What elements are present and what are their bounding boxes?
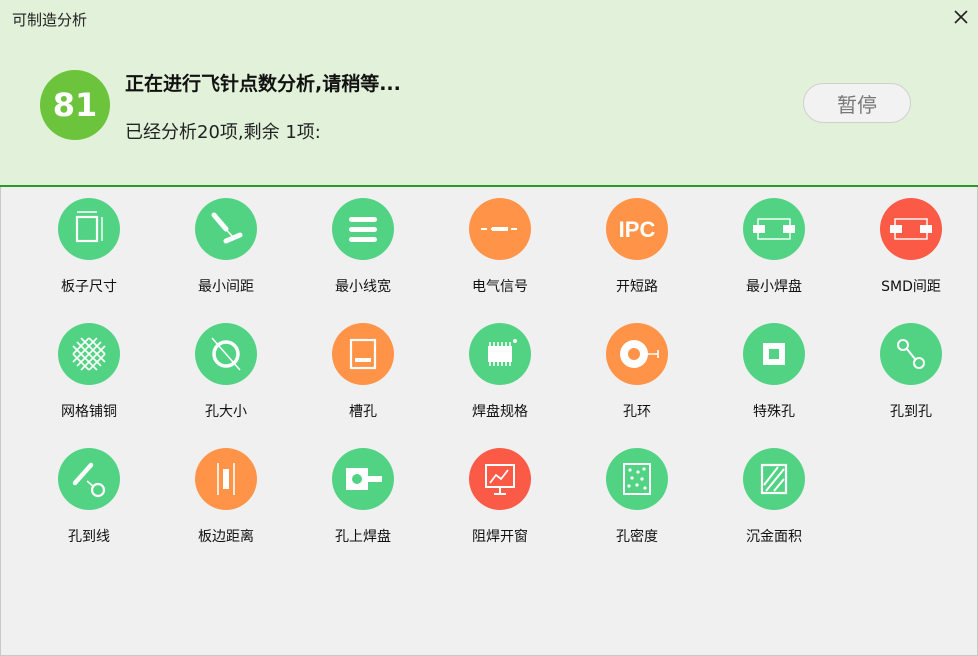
hole-to-hole-icon <box>880 323 942 385</box>
item-gold-area[interactable]: 沉金面积 <box>714 437 834 547</box>
ipc-icon: IPC <box>606 198 668 260</box>
pad-on-hole-icon <box>332 448 394 510</box>
item-board-edge[interactable]: 板边距离 <box>166 437 286 547</box>
board-size-icon <box>58 198 120 260</box>
item-label: 特殊孔 <box>753 404 795 420</box>
score-badge: 81 <box>40 70 110 140</box>
solder-mask-icon <box>469 448 531 510</box>
item-special-hole[interactable]: 特殊孔 <box>714 312 834 422</box>
min-pad-icon <box>743 198 805 260</box>
item-mesh-copper[interactable]: 网格铺铜 <box>29 312 149 422</box>
item-label: 最小焊盘 <box>746 279 802 295</box>
progress-header: 可制造分析 81 正在进行飞针点数分析,请稍等... 已经分析20项,剩余 1项… <box>0 0 978 187</box>
annular-ring-icon <box>606 323 668 385</box>
special-hole-icon <box>743 323 805 385</box>
item-hole-to-hole[interactable]: 孔到孔 <box>851 312 971 422</box>
item-label: 最小间距 <box>198 279 254 295</box>
slot-hole-icon <box>332 323 394 385</box>
item-hole-to-line[interactable]: 孔到线 <box>29 437 149 547</box>
electrical-signal-icon <box>469 198 531 260</box>
board-edge-icon <box>195 448 257 510</box>
item-hole-density[interactable]: 孔密度 <box>577 437 697 547</box>
min-linewidth-icon <box>332 198 394 260</box>
progress-status: 已经分析20项,剩余 1项: <box>125 122 321 143</box>
item-label: 阻焊开窗 <box>472 529 528 545</box>
hole-size-icon <box>195 323 257 385</box>
hole-density-icon <box>606 448 668 510</box>
item-label: 孔到孔 <box>890 404 932 420</box>
item-smd-spacing[interactable]: SMD间距 <box>851 187 971 297</box>
item-min-pad[interactable]: 最小焊盘 <box>714 187 834 297</box>
item-electrical-signal[interactable]: 电气信号 <box>440 187 560 297</box>
analysis-items-grid: 板子尺寸 最小间距 最小线宽 电气信号 IPC 开短路 最小焊盘 SMD间距 网… <box>0 187 978 656</box>
pause-button[interactable]: 暂停 <box>803 83 911 123</box>
svg-text:IPC: IPC <box>619 217 656 242</box>
item-label: 孔大小 <box>205 404 247 420</box>
item-label: 最小线宽 <box>335 279 391 295</box>
item-label: 电气信号 <box>472 279 528 295</box>
item-label: 孔环 <box>623 404 651 420</box>
item-label: 板边距离 <box>198 529 254 545</box>
min-spacing-icon <box>195 198 257 260</box>
close-button[interactable] <box>950 6 972 28</box>
item-label: 网格铺铜 <box>61 404 117 420</box>
smd-spacing-icon <box>880 198 942 260</box>
item-label: 槽孔 <box>349 404 377 420</box>
item-min-linewidth[interactable]: 最小线宽 <box>303 187 423 297</box>
close-icon <box>954 10 968 24</box>
item-board-size[interactable]: 板子尺寸 <box>29 187 149 297</box>
item-label: 孔到线 <box>68 529 110 545</box>
gold-area-icon <box>743 448 805 510</box>
mesh-copper-icon <box>58 323 120 385</box>
item-label: 板子尺寸 <box>61 279 117 295</box>
chip-pad-icon <box>469 323 531 385</box>
item-hole-size[interactable]: 孔大小 <box>166 312 286 422</box>
item-label: 焊盘规格 <box>472 404 528 420</box>
item-slot-hole[interactable]: 槽孔 <box>303 312 423 422</box>
hole-to-line-icon <box>58 448 120 510</box>
item-label: SMD间距 <box>881 279 941 295</box>
item-open-short[interactable]: IPC 开短路 <box>577 187 697 297</box>
item-min-spacing[interactable]: 最小间距 <box>166 187 286 297</box>
progress-title: 正在进行飞针点数分析,请稍等... <box>125 73 401 95</box>
item-label: 沉金面积 <box>746 529 802 545</box>
window-title: 可制造分析 <box>12 11 88 29</box>
item-label: 孔密度 <box>616 529 658 545</box>
item-pad-spec[interactable]: 焊盘规格 <box>440 312 560 422</box>
item-annular-ring[interactable]: 孔环 <box>577 312 697 422</box>
item-solder-mask[interactable]: 阻焊开窗 <box>440 437 560 547</box>
item-label: 开短路 <box>616 279 658 295</box>
item-pad-on-hole[interactable]: 孔上焊盘 <box>303 437 423 547</box>
item-label: 孔上焊盘 <box>335 529 391 545</box>
